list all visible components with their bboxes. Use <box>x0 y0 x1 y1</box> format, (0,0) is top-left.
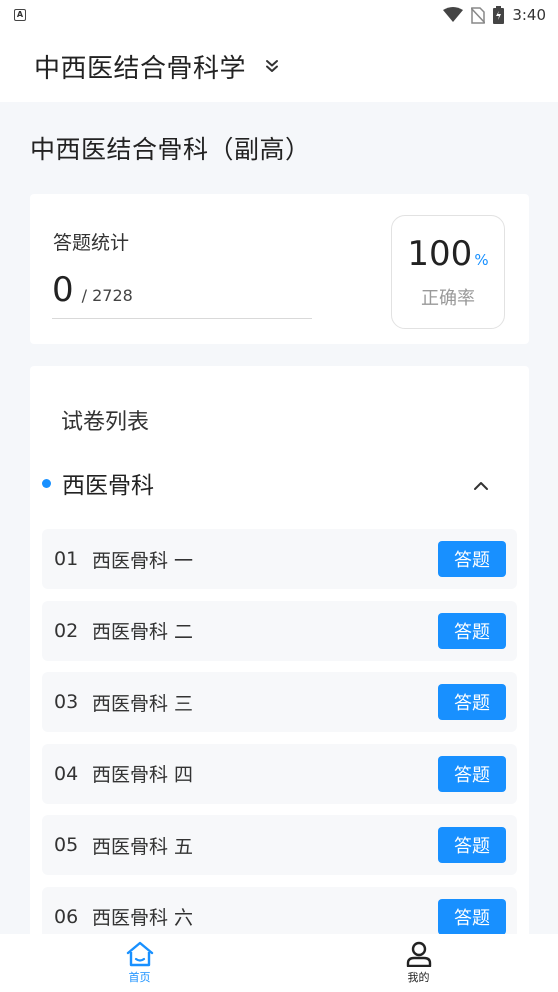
paper-list-title: 试卷列表 <box>61 410 150 435</box>
answer-button[interactable]: 答题 <box>438 827 506 864</box>
answered-count: 0 <box>52 270 74 310</box>
app-header: 中西医结合骨科学 <box>0 30 558 102</box>
total-count: / 2728 <box>81 286 133 305</box>
paper-name: 西医骨科 五 <box>92 835 194 858</box>
answer-button[interactable]: 答题 <box>438 541 506 577</box>
accuracy-number: 100 <box>407 234 473 274</box>
tab-mine-label: 我的 <box>407 971 430 984</box>
wifi-icon <box>443 7 464 22</box>
paper-row[interactable]: 01 西医骨科 一 答题 <box>42 529 517 589</box>
subject-title: 中西医结合骨科（副高） <box>30 135 311 164</box>
double-chevron-down-icon[interactable] <box>264 59 280 73</box>
answer-button[interactable]: 答题 <box>438 612 506 649</box>
paper-number: 02 <box>54 619 79 642</box>
no-sim-icon <box>471 6 486 24</box>
paper-rows: 01 西医骨科 一 答题 02 西医骨科 二 答题 03 西医骨科 三 答题 0… <box>42 529 517 946</box>
bottom-tab-bar: 首页 我的 <box>0 934 558 992</box>
paper-name: 西医骨科 四 <box>92 764 194 787</box>
accuracy-label: 正确率 <box>421 288 475 309</box>
paper-number: 06 <box>54 905 79 928</box>
paper-name: 西医骨科 六 <box>92 907 194 930</box>
tab-home-label: 首页 <box>128 971 151 984</box>
status-bar: A 3:40 <box>0 0 558 30</box>
course-selector-title[interactable]: 中西医结合骨科学 <box>34 48 246 85</box>
paper-name: 西医骨科 一 <box>92 549 194 572</box>
group-dot <box>42 478 51 488</box>
paper-number: 05 <box>54 834 79 857</box>
paper-number: 04 <box>54 762 79 785</box>
accuracy-box: 100% 正确率 <box>391 215 505 329</box>
paper-number: 03 <box>54 691 79 714</box>
paper-name: 西医骨科 三 <box>92 692 194 715</box>
stats-label: 答题统计 <box>53 232 130 254</box>
paper-row[interactable]: 04 西医骨科 四 答题 <box>42 743 517 804</box>
status-time: 3:40 <box>512 6 546 24</box>
paper-row[interactable]: 02 西医骨科 二 答题 <box>42 600 517 661</box>
stats-divider <box>52 318 312 319</box>
home-icon <box>126 941 153 967</box>
answer-button[interactable]: 答题 <box>438 898 506 935</box>
notification-icon: A <box>14 9 26 21</box>
group-name: 西医骨科 <box>62 473 154 499</box>
paper-name: 西医骨科 二 <box>92 621 194 644</box>
answer-button[interactable]: 答题 <box>438 684 506 721</box>
battery-icon <box>493 6 505 24</box>
chevron-up-icon[interactable] <box>473 476 489 495</box>
paper-row[interactable]: 05 西医骨科 五 答题 <box>42 815 517 876</box>
paper-row[interactable]: 03 西医骨科 三 答题 <box>42 672 517 733</box>
user-icon <box>406 941 431 967</box>
tab-mine[interactable]: 我的 <box>279 934 558 992</box>
tab-home[interactable]: 首页 <box>0 934 279 992</box>
answer-button[interactable]: 答题 <box>438 755 506 792</box>
accuracy-value: 100% <box>392 234 504 274</box>
paper-group-header[interactable]: 西医骨科 <box>42 466 517 500</box>
paper-number: 01 <box>54 548 79 570</box>
stats-count: 0 / 2728 <box>52 270 133 310</box>
paper-list-card: 试卷列表 西医骨科 01 西医骨科 一 答题 02 西医骨科 二 答题 03 西… <box>30 366 529 946</box>
stats-card: 答题统计 0 / 2728 100% 正确率 <box>30 194 529 344</box>
status-icons: 3:40 <box>443 6 546 24</box>
accuracy-unit: % <box>474 251 489 269</box>
